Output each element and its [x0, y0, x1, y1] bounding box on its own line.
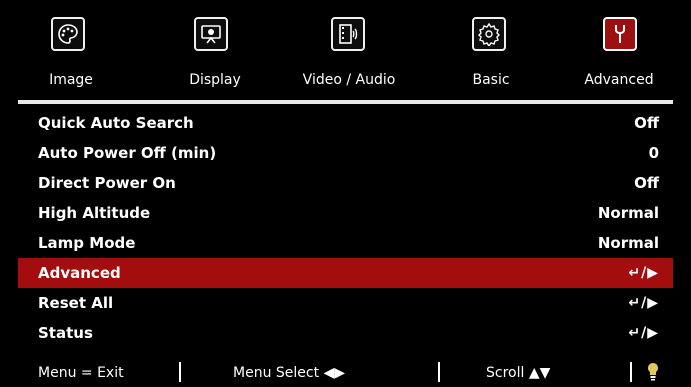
tab-image[interactable]: Image [49, 0, 111, 96]
footer-select-hint: Menu Select ◀▶ [233, 365, 346, 381]
menu-divider [18, 100, 673, 104]
tab-image-label: Image [49, 72, 93, 88]
footer-exit-hint: Menu = Exit [38, 365, 124, 381]
tab-basic-label: Basic [472, 72, 510, 88]
tab-video-audio-label: Video / Audio [302, 72, 396, 88]
tab-display[interactable]: Display [189, 0, 254, 96]
enter-arrow-icon: ↵/▶ [628, 265, 659, 281]
menu-item-value: Normal [597, 234, 659, 252]
menu-item-reset-all[interactable]: Reset All ↵/▶ [18, 288, 673, 318]
footer-scroll-hint: Scroll ▲▼ [486, 365, 551, 381]
menu-item-advanced[interactable]: Advanced ↵/▶ [18, 258, 673, 288]
footer-separator [630, 362, 632, 382]
menu-item-lamp-mode[interactable]: Lamp Mode Normal [18, 228, 673, 258]
footer-separator [438, 362, 440, 382]
menu-item-label: High Altitude [38, 204, 151, 222]
menu-item-value: Normal [597, 204, 659, 222]
menu-item-label: Quick Auto Search [38, 114, 194, 132]
menu-item-value: Off [634, 174, 659, 192]
palette-icon [51, 17, 85, 51]
menu-item-label: Reset All [38, 294, 114, 312]
tab-advanced-label: Advanced [584, 72, 654, 88]
menu-item-status[interactable]: Status ↵/▶ [18, 318, 673, 348]
menu-item-label: Advanced [38, 264, 121, 282]
enter-arrow-icon: ↵/▶ [628, 325, 659, 341]
gear-icon [472, 17, 506, 51]
menu-item-auto-power-off[interactable]: Auto Power Off (min) 0 [18, 138, 673, 168]
enter-arrow-icon: ↵/▶ [628, 295, 659, 311]
menu-item-value: 0 [648, 144, 659, 162]
video-audio-icon [331, 17, 365, 51]
lightbulb-icon [646, 361, 660, 385]
tab-display-label: Display [189, 72, 241, 88]
menu-item-label: Status [38, 324, 93, 342]
footer-separator [179, 362, 181, 382]
menu-tab-bar: Image Display Video / Audio Basic Advanc… [0, 0, 691, 96]
display-screen-icon [194, 17, 228, 51]
tab-basic[interactable]: Basic [472, 0, 532, 96]
menu-item-value: Off [634, 114, 659, 132]
tab-video-audio[interactable]: Video / Audio [303, 0, 395, 96]
menu-item-quick-auto-search[interactable]: Quick Auto Search Off [18, 108, 673, 138]
menu-item-direct-power-on[interactable]: Direct Power On Off [18, 168, 673, 198]
menu-item-label: Direct Power On [38, 174, 176, 192]
footer-hint-bar: Menu = Exit Menu Select ◀▶ Scroll ▲▼ [0, 356, 691, 387]
menu-item-label: Lamp Mode [38, 234, 136, 252]
tab-advanced[interactable]: Advanced [584, 0, 663, 96]
menu-item-label: Auto Power Off (min) [38, 144, 217, 162]
menu-item-high-altitude[interactable]: High Altitude Normal [18, 198, 673, 228]
wrench-icon [603, 17, 637, 51]
